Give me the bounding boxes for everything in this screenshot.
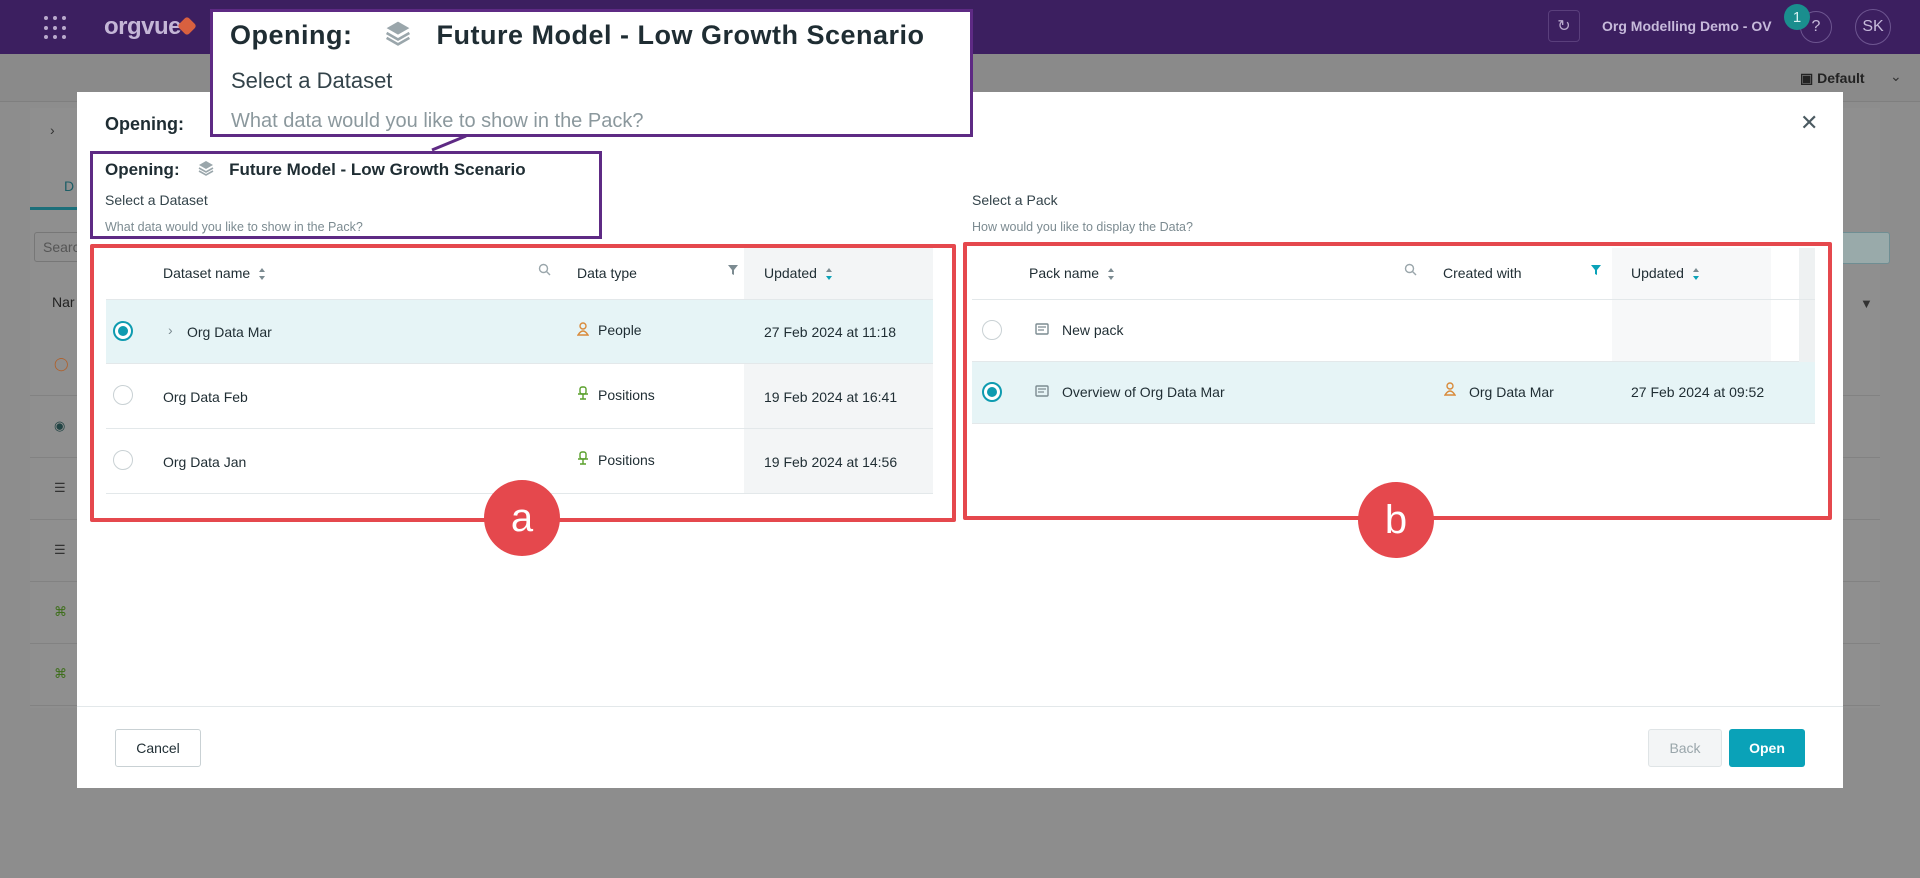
view-selector[interactable]: ▣ Default (1800, 70, 1865, 87)
background-column-header: Nar (52, 294, 75, 310)
layers-icon: ☰ (54, 542, 66, 557)
chair-icon: ⌘ (54, 604, 67, 619)
zoom-model-name: Future Model - Low Growth Scenario (436, 20, 925, 50)
open-button[interactable]: Open (1729, 729, 1805, 767)
heading-highlight-box (90, 151, 602, 239)
zoom-dataset-title: Select a Dataset (231, 68, 393, 93)
sync-icon[interactable]: ↻ (1548, 10, 1580, 42)
list-view-button[interactable] (1840, 232, 1890, 264)
zoom-opening-label: Opening: (230, 20, 353, 50)
chevron-down-icon[interactable]: ⌄ (1890, 68, 1902, 85)
filter-icon[interactable]: ▼ (1860, 296, 1873, 311)
chair-icon: ⌘ (54, 666, 67, 681)
view-label: Default (1817, 70, 1865, 86)
person-icon: ◯ (54, 356, 69, 371)
user-avatar[interactable]: SK (1855, 9, 1891, 45)
pack-highlight-box (963, 242, 1832, 520)
orgvue-logo[interactable]: orgvue (104, 13, 182, 41)
chevron-right-icon[interactable]: › (50, 122, 55, 138)
callout-a: a (484, 480, 560, 556)
background-search-input[interactable]: Searc (34, 232, 82, 262)
dialog-title: Opening: (105, 114, 184, 134)
eye-icon: ◉ (54, 418, 66, 433)
callout-b: b (1358, 482, 1434, 558)
org-name[interactable]: Org Modelling Demo - OV (1602, 18, 1772, 34)
zoom-heading: Opening: Future Model - Low Growth Scena… (230, 20, 925, 53)
zoom-dataset-subtitle: What data would you like to show in the … (231, 110, 644, 132)
layers-icon: ☰ (54, 480, 66, 495)
notification-badge[interactable]: 1 (1784, 4, 1810, 30)
cancel-button[interactable]: Cancel (115, 729, 201, 767)
footer-divider (77, 706, 1843, 707)
app-grid-icon[interactable] (44, 16, 68, 40)
pack-section-title: Select a Pack (972, 192, 1058, 208)
layers-icon (385, 20, 411, 53)
back-button[interactable]: Back (1648, 729, 1722, 767)
close-icon[interactable]: ✕ (1800, 112, 1818, 134)
pack-section-subtitle: How would you like to display the Data? (972, 220, 1193, 234)
